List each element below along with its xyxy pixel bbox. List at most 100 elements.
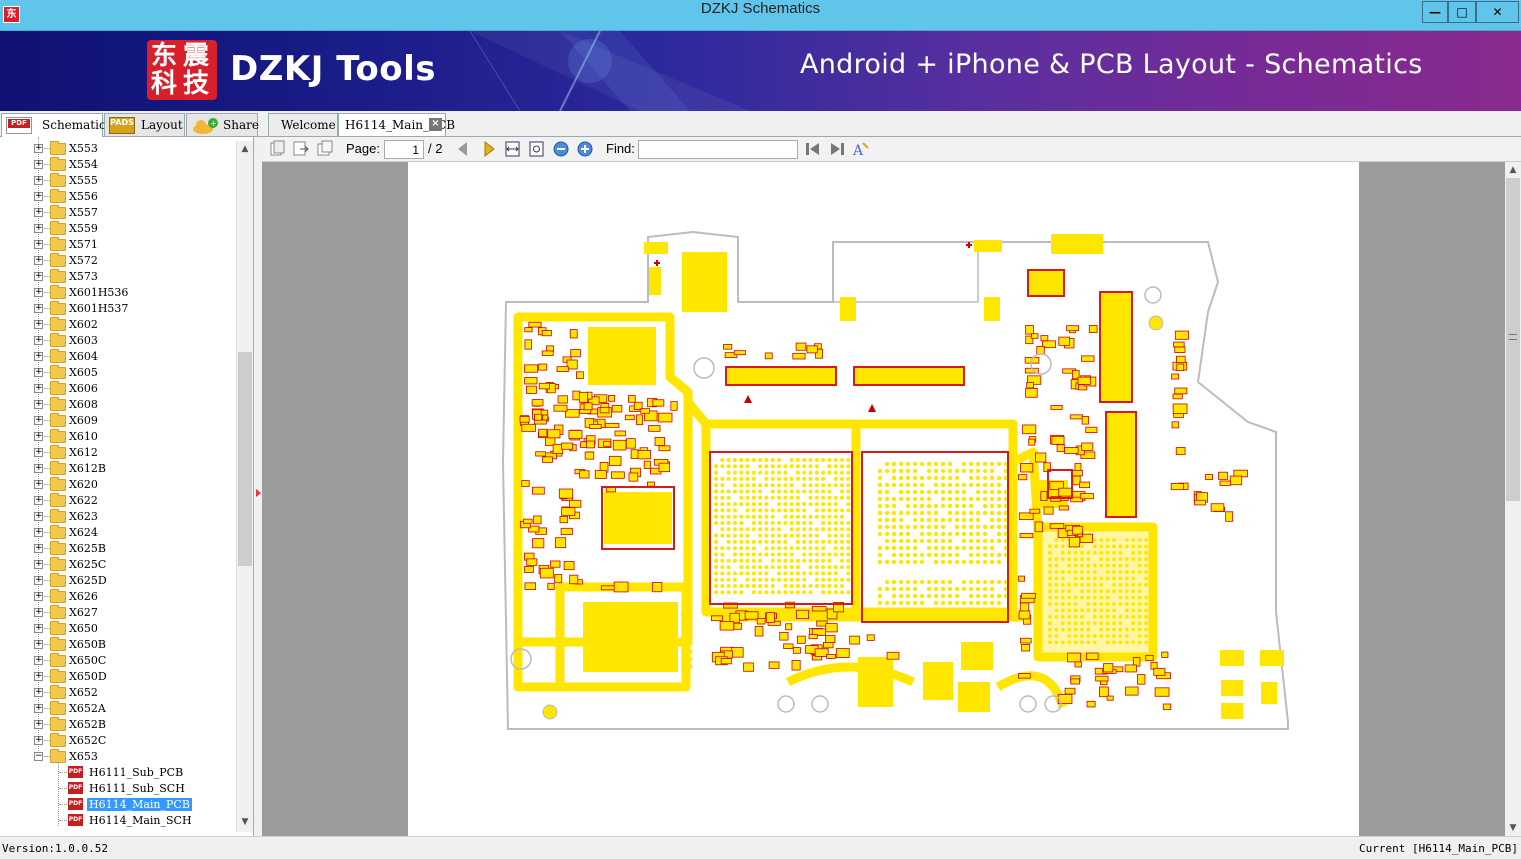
expand-icon[interactable]: + xyxy=(34,704,43,713)
expand-icon[interactable]: + xyxy=(34,576,43,585)
tree-folder-x553[interactable]: + X553 xyxy=(0,141,236,157)
tree-folder-x572[interactable]: + X572 xyxy=(0,253,236,269)
tree-scrollbar[interactable]: ▲ ▼ xyxy=(236,141,253,832)
scroll-up-icon[interactable]: ▲ xyxy=(237,141,253,157)
tree-folder-x622[interactable]: + X622 xyxy=(0,493,236,509)
expand-icon[interactable]: + xyxy=(34,352,43,361)
collapse-icon[interactable]: − xyxy=(34,752,43,761)
expand-icon[interactable]: + xyxy=(34,544,43,553)
expand-icon[interactable]: + xyxy=(34,400,43,409)
expand-icon[interactable]: + xyxy=(34,688,43,697)
expand-icon[interactable]: + xyxy=(34,624,43,633)
tree-folder-x609[interactable]: + X609 xyxy=(0,413,236,429)
tree-folder-x652[interactable]: + X652 xyxy=(0,685,236,701)
previous-page-icon[interactable] xyxy=(454,140,472,158)
tree-folder-x650c[interactable]: + X650C xyxy=(0,653,236,669)
tree-folder-x554[interactable]: + X554 xyxy=(0,157,236,173)
expand-icon[interactable]: + xyxy=(34,288,43,297)
viewer-scroll-up-icon[interactable]: ▲ xyxy=(1505,162,1521,178)
expand-icon[interactable]: + xyxy=(34,640,43,649)
tree-folder-x612[interactable]: + X612 xyxy=(0,445,236,461)
tab-share[interactable]: + Share xyxy=(186,113,259,136)
zoom-out-icon[interactable] xyxy=(552,140,570,158)
tree-folder-x603[interactable]: + X603 xyxy=(0,333,236,349)
tree-folder-x559[interactable]: + X559 xyxy=(0,221,236,237)
tree-folder-x612b[interactable]: + X612B xyxy=(0,461,236,477)
expand-icon[interactable]: + xyxy=(34,512,43,521)
tree-folder-x652a[interactable]: + X652A xyxy=(0,701,236,717)
zoom-in-icon[interactable] xyxy=(576,140,594,158)
panel-splitter[interactable] xyxy=(254,137,262,836)
doc-tab-welcome[interactable]: Welcome xyxy=(268,113,338,136)
expand-icon[interactable]: + xyxy=(34,656,43,665)
collapse-panel-icon[interactable] xyxy=(256,489,261,497)
expand-icon[interactable]: + xyxy=(34,336,43,345)
expand-icon[interactable]: + xyxy=(34,384,43,393)
tree-folder-x557[interactable]: + X557 xyxy=(0,205,236,221)
expand-icon[interactable]: + xyxy=(34,496,43,505)
print-page-icon[interactable] xyxy=(316,140,334,158)
scroll-down-icon[interactable]: ▼ xyxy=(237,814,253,830)
expand-icon[interactable]: + xyxy=(34,448,43,457)
tree-folder-x625d[interactable]: + X625D xyxy=(0,573,236,589)
expand-icon[interactable]: + xyxy=(34,608,43,617)
expand-icon[interactable]: + xyxy=(34,224,43,233)
tree-folder-x606[interactable]: + X606 xyxy=(0,381,236,397)
tree-folder-x652c[interactable]: + X652C xyxy=(0,733,236,749)
tree-folder-x650[interactable]: + X650 xyxy=(0,621,236,637)
doc-tab-h6114-main-pcb[interactable]: H6114_Main_PCB × xyxy=(338,113,455,136)
tree-folder-x556[interactable]: + X556 xyxy=(0,189,236,205)
expand-icon[interactable]: + xyxy=(34,560,43,569)
tree-file-h6114-main-sch[interactable]: PDF H6114_Main_SCH xyxy=(0,813,236,829)
tree-folder-x652b[interactable]: + X652B xyxy=(0,717,236,733)
export-page-icon[interactable] xyxy=(292,140,310,158)
expand-icon[interactable]: + xyxy=(34,528,43,537)
tree-folder-x605[interactable]: + X605 xyxy=(0,365,236,381)
tree-folder-x650b[interactable]: + X650B xyxy=(0,637,236,653)
viewer-scroll-down-icon[interactable]: ▼ xyxy=(1505,820,1521,836)
tree-folder-x601h537[interactable]: + X601H537 xyxy=(0,301,236,317)
fit-page-icon[interactable] xyxy=(528,140,546,158)
page-number-input[interactable] xyxy=(384,140,424,159)
expand-icon[interactable]: + xyxy=(34,592,43,601)
find-previous-icon[interactable] xyxy=(804,140,822,158)
expand-icon[interactable]: + xyxy=(34,272,43,281)
next-page-icon[interactable] xyxy=(480,140,498,158)
expand-icon[interactable]: + xyxy=(34,256,43,265)
expand-icon[interactable]: + xyxy=(34,192,43,201)
close-tab-icon[interactable]: × xyxy=(429,118,442,131)
expand-icon[interactable]: + xyxy=(34,368,43,377)
viewer-scrollbar[interactable]: ▲ ▼ xyxy=(1505,162,1521,836)
tab-layout[interactable]: PADS Layout xyxy=(104,113,185,136)
tree-folder-x624[interactable]: + X624 xyxy=(0,525,236,541)
expand-icon[interactable]: + xyxy=(34,304,43,313)
tree-folder-x627[interactable]: + X627 xyxy=(0,605,236,621)
expand-icon[interactable]: + xyxy=(34,480,43,489)
tree-folder-x623[interactable]: + X623 xyxy=(0,509,236,525)
expand-icon[interactable]: + xyxy=(34,672,43,681)
tree-folder-x626[interactable]: + X626 xyxy=(0,589,236,605)
copy-page-icon[interactable] xyxy=(268,140,286,158)
close-button[interactable]: ✕ xyxy=(1476,1,1519,23)
find-input[interactable] xyxy=(638,140,798,159)
tree-scroll-thumb[interactable] xyxy=(238,352,252,566)
tree-folder-x608[interactable]: + X608 xyxy=(0,397,236,413)
tree-folder-x571[interactable]: + X571 xyxy=(0,237,236,253)
maximize-button[interactable]: □ xyxy=(1448,1,1476,23)
expand-icon[interactable]: + xyxy=(34,320,43,329)
tab-schematic[interactable]: PDF Schematic xyxy=(1,113,106,137)
tree-file-h6111-sub-pcb[interactable]: PDF H6111_Sub_PCB xyxy=(0,765,236,781)
tree-folder-x650d[interactable]: + X650D xyxy=(0,669,236,685)
find-next-icon[interactable] xyxy=(828,140,846,158)
tree-folder-x625c[interactable]: + X625C xyxy=(0,557,236,573)
tree-folder-x620[interactable]: + X620 xyxy=(0,477,236,493)
tree-file-h6111-sub-sch[interactable]: PDF H6111_Sub_SCH xyxy=(0,781,236,797)
expand-icon[interactable]: + xyxy=(34,416,43,425)
expand-icon[interactable]: + xyxy=(34,176,43,185)
expand-icon[interactable]: + xyxy=(34,160,43,169)
expand-icon[interactable]: + xyxy=(34,144,43,153)
tree-folder-x601h536[interactable]: + X601H536 xyxy=(0,285,236,301)
expand-icon[interactable]: + xyxy=(34,432,43,441)
tree-folder-x602[interactable]: + X602 xyxy=(0,317,236,333)
tree-folder-x653[interactable]: − X653 xyxy=(0,749,236,765)
